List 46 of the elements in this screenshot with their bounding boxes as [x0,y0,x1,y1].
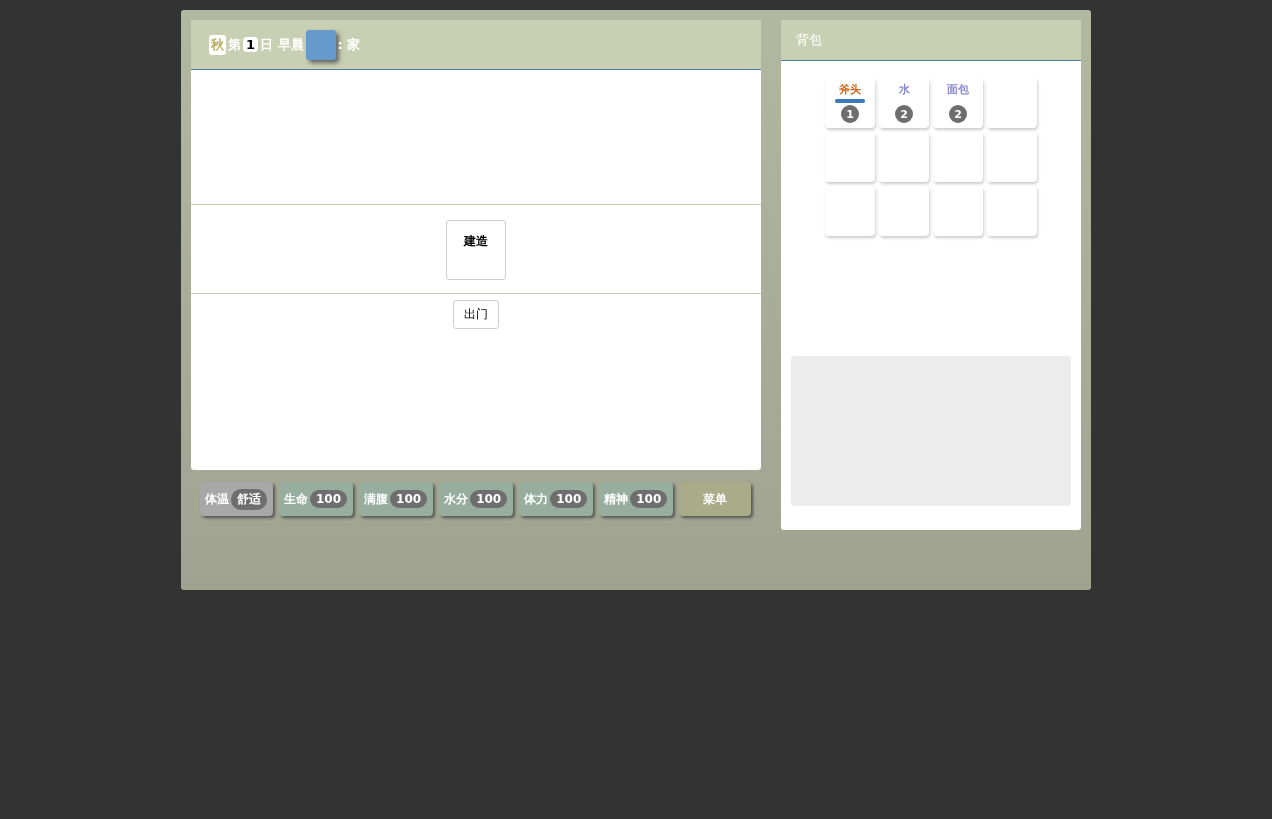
item-name: 斧头 [839,82,861,97]
stat-button[interactable]: 生命 100 [279,482,354,516]
stat-value: 100 [550,490,588,508]
inventory-slot[interactable] [933,186,983,236]
item-count: 2 [895,105,913,123]
day-badge: 1 [243,37,259,52]
action-button[interactable]: 建造 [446,220,506,280]
overlay-tile [305,29,336,60]
day-prefix: 第 [228,35,241,54]
stat-button[interactable]: 体温 舒适 [200,482,273,516]
inventory-slot[interactable]: 面包 2 [933,78,983,128]
stat-value: 100 [310,490,348,508]
inventory-slot[interactable] [879,132,929,182]
stat-value: 100 [390,490,428,508]
location-text: : 家 [337,35,361,54]
stat-label: 体温 [205,490,229,508]
stat-button[interactable]: 满腹 100 [359,482,434,516]
inventory-slot[interactable] [987,186,1037,236]
stat-value: 舒适 [231,488,267,510]
inventory-slot[interactable] [825,186,875,236]
go-out-button[interactable]: 出门 [453,300,499,329]
stat-label: 精神 [604,490,629,508]
item-count: 2 [949,105,967,123]
inventory-slot[interactable]: 水 2 [879,78,929,128]
inventory-slot[interactable] [825,132,875,182]
stat-button[interactable]: 精神 100 [599,482,674,516]
stat-value: 100 [630,490,668,508]
item-name: 水 [898,82,910,97]
stat-button[interactable]: 体力 100 [519,482,594,516]
inventory-slot[interactable] [933,132,983,182]
backpack-title: 背包 [781,20,1081,61]
season-badge: 秋 [209,34,226,55]
durability-bar [835,99,865,103]
stat-label: 水分 [444,490,469,508]
item-name: 面包 [947,82,969,97]
time-of-day: 日 早晨 [260,35,304,54]
stat-label: 生命 [284,490,308,508]
inventory-slot[interactable] [987,132,1037,182]
inventory-slot[interactable]: 斧头 1 [825,78,875,128]
item-count: 1 [841,105,859,123]
stat-label: 体力 [524,490,549,508]
inventory-slot[interactable] [987,78,1037,128]
stat-label: 满腹 [364,490,389,508]
stat-button[interactable]: 水分 100 [439,482,514,516]
inventory-slot[interactable] [879,186,929,236]
stat-value: 100 [470,490,508,508]
